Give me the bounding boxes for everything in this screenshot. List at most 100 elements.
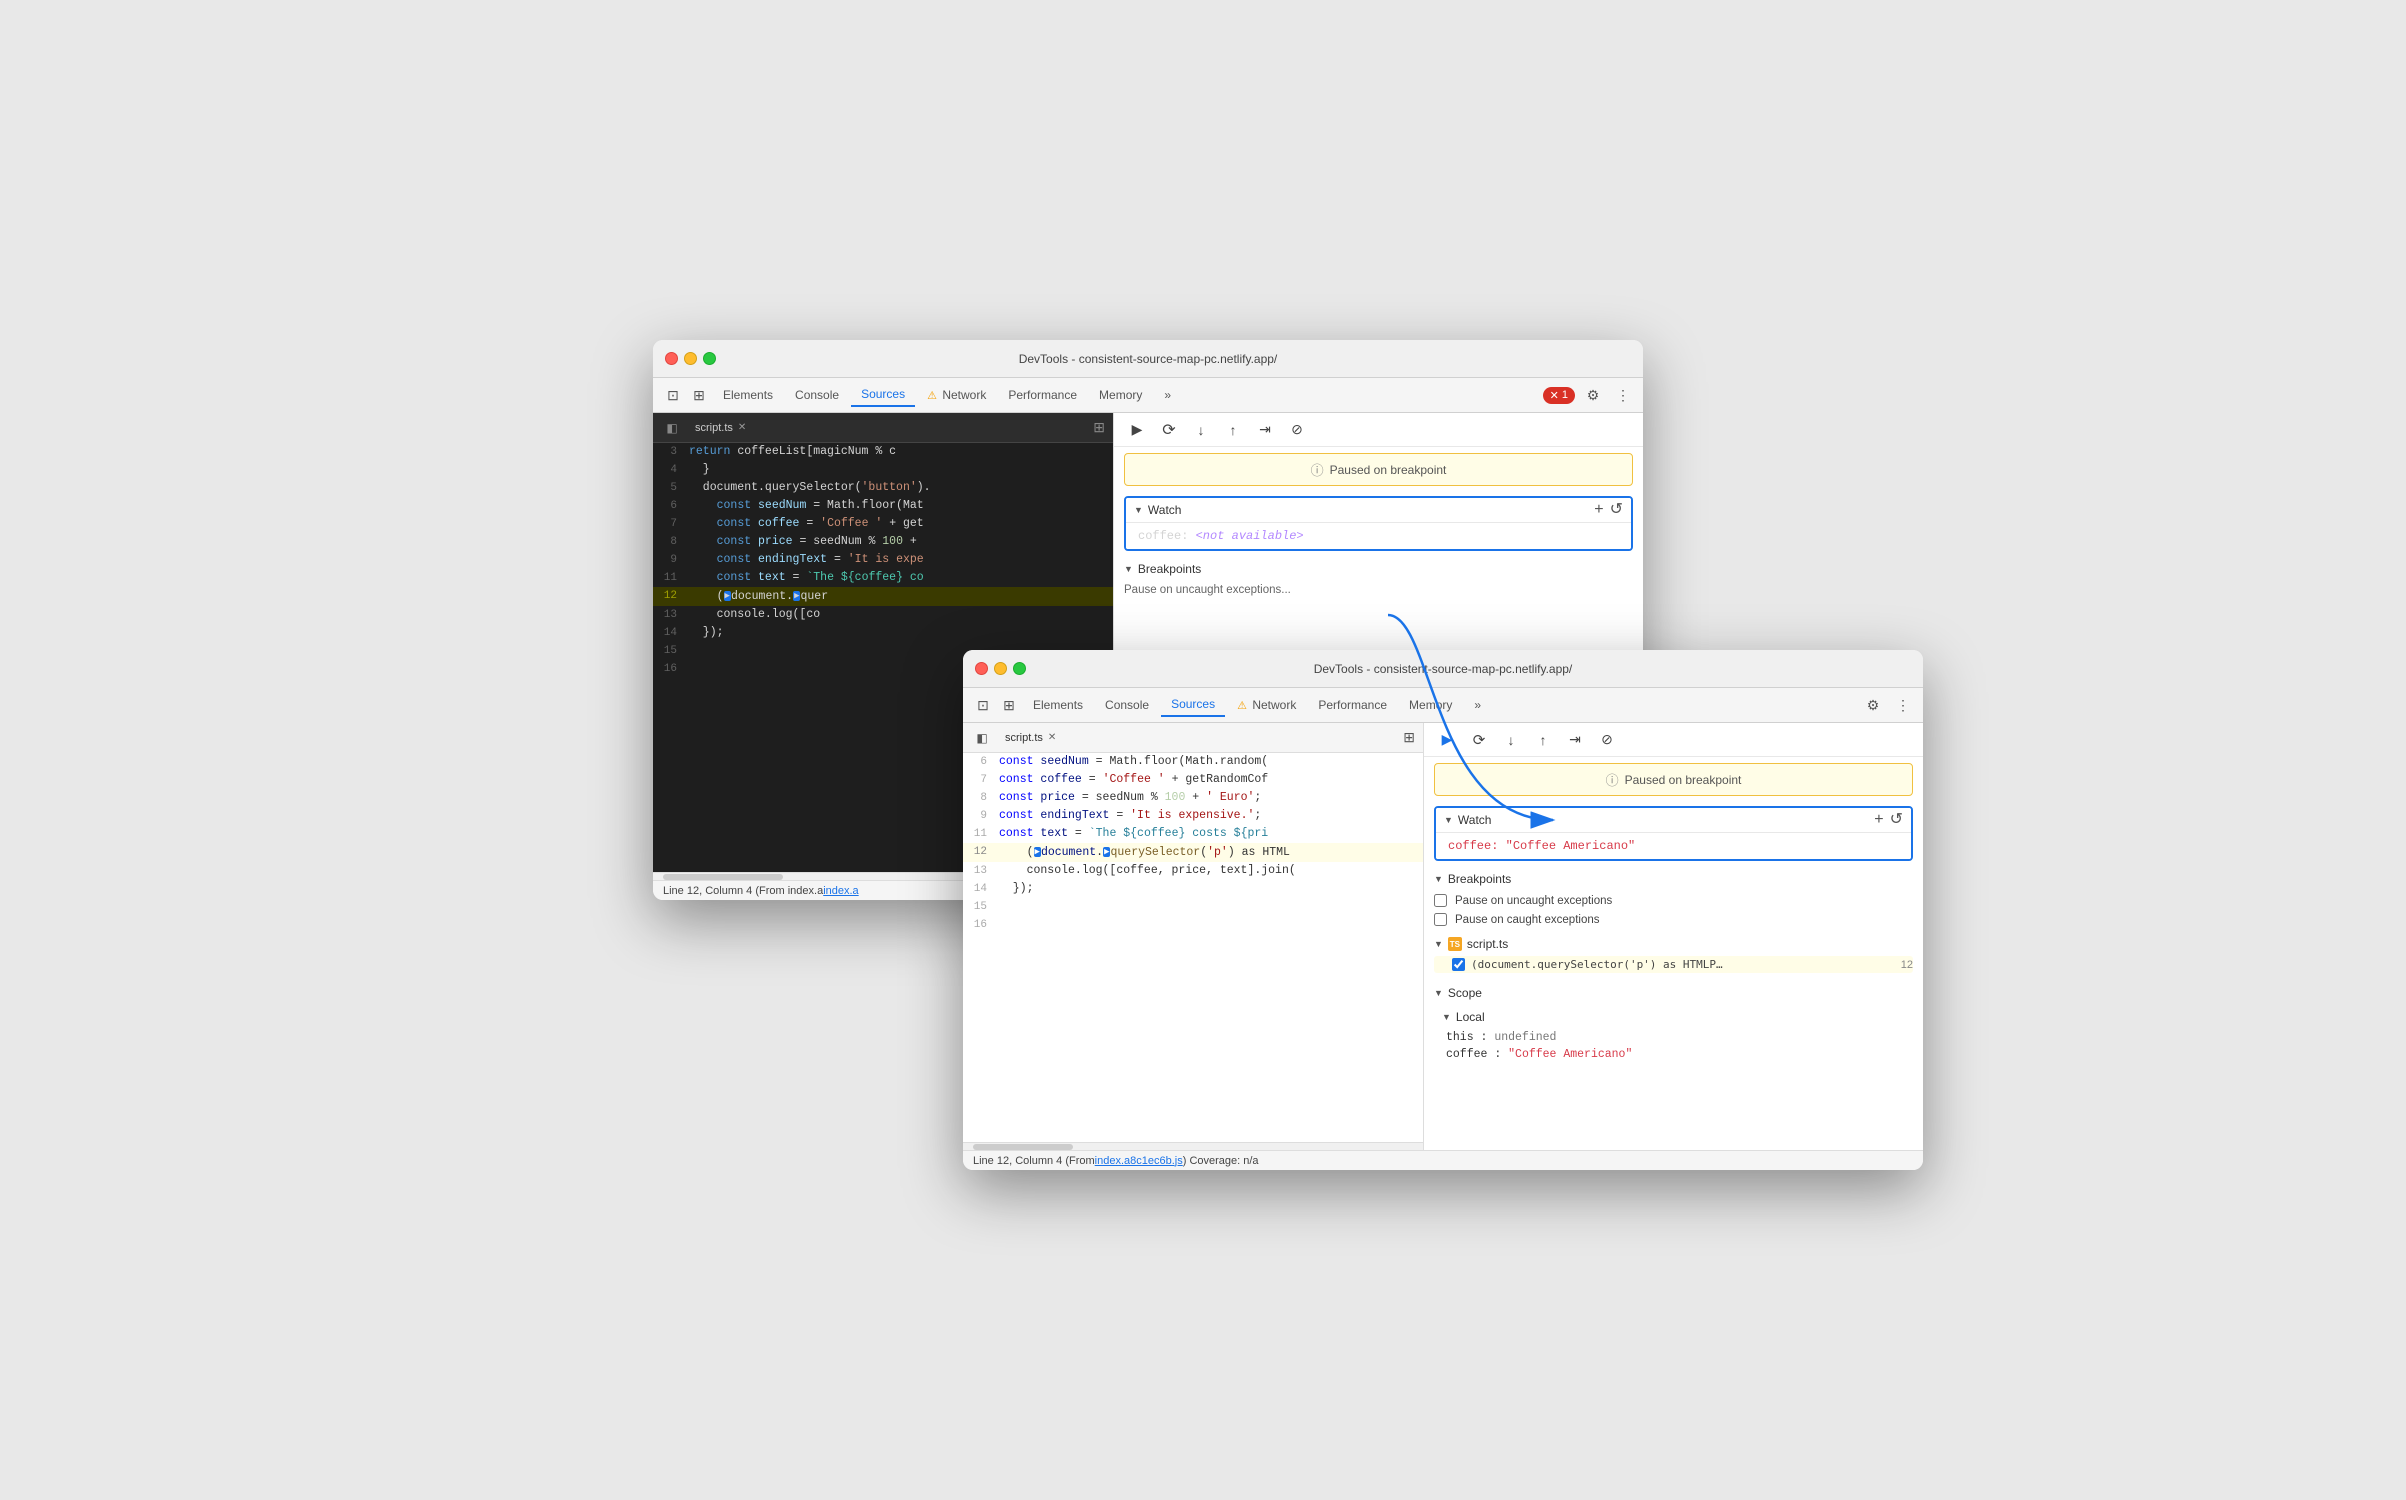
tab-console-back[interactable]: Console [785, 384, 849, 406]
bp-code-checkbox-front[interactable] [1452, 958, 1465, 971]
scope-title-front: Scope [1448, 986, 1482, 1000]
code-line-f14: 14 }); [963, 880, 1423, 898]
code-line-9: 9 const endingText = 'It is expe [653, 551, 1113, 569]
code-line-5: 5 document.querySelector('button'). [653, 479, 1113, 497]
devtools-device-icon-front[interactable]: ⊞ [997, 693, 1021, 717]
sidebar-toggle-front[interactable]: ◧ [971, 727, 993, 749]
bp-uncaught-front: Pause on uncaught exceptions [1434, 891, 1913, 910]
tab-more-back[interactable]: » [1154, 384, 1181, 406]
deactivate-btn-front[interactable]: ⊘ [1594, 727, 1620, 753]
scope-header-front[interactable]: ▼ Scope [1434, 981, 1913, 1005]
watch-value-front: "Coffee Americano" [1506, 839, 1636, 853]
watch-refresh-front[interactable]: ↺ [1890, 812, 1903, 828]
status-bar-front: Line 12, Column 4 (From index.a8c1ec6b.j… [963, 1150, 1923, 1170]
local-title-front: Local [1456, 1010, 1485, 1024]
script-filename-back: script.ts [695, 422, 733, 434]
step-out-btn-front[interactable]: ↑ [1530, 727, 1556, 753]
step-over-btn-front[interactable]: ⟳ [1466, 727, 1492, 753]
tab-network-front[interactable]: ⚠ Network [1227, 694, 1306, 716]
info-icon-front: ⓘ [1606, 770, 1619, 789]
code-line-7: 7 const coffee = 'Coffee ' + get [653, 515, 1113, 533]
paused-text-back: Paused on breakpoint [1330, 463, 1447, 477]
resume-btn-back[interactable]: ▶ [1124, 417, 1150, 443]
tab-memory-back[interactable]: Memory [1089, 384, 1152, 406]
watch-refresh-back[interactable]: ↺ [1610, 502, 1623, 518]
minimize-button-front[interactable] [994, 662, 1007, 675]
tab-performance-front[interactable]: Performance [1308, 694, 1397, 716]
window-controls-back [665, 352, 716, 365]
breakpoints-header-back[interactable]: ▼ Breakpoints [1124, 557, 1633, 581]
step-btn-front[interactable]: ⇥ [1562, 727, 1588, 753]
devtools-inspector-icon-front[interactable]: ⊡ [971, 693, 995, 717]
bp-uncaught-checkbox-front[interactable] [1434, 894, 1447, 907]
code-line-f15: 15 [963, 898, 1423, 916]
gear-icon-back[interactable]: ⚙ [1581, 383, 1605, 407]
maximize-button-back[interactable] [703, 352, 716, 365]
deactivate-btn-back[interactable]: ⊘ [1284, 417, 1310, 443]
sidebar-toggle-back[interactable]: ◧ [661, 417, 683, 439]
source-tab-close-front[interactable]: ✕ [1048, 732, 1056, 743]
code-line-f6: 6 const seedNum = Math.floor(Math.random… [963, 753, 1423, 771]
bp-caught-checkbox-front[interactable] [1434, 913, 1447, 926]
local-header-front[interactable]: ▼ Local [1434, 1005, 1913, 1029]
tab-sources-back[interactable]: Sources [851, 383, 915, 407]
source-tab-script-back[interactable]: script.ts ✕ [687, 419, 754, 437]
step-over-btn-back[interactable]: ⟳ [1156, 417, 1182, 443]
watch-add-front[interactable]: + [1874, 812, 1883, 828]
horizontal-scrollbar-front[interactable] [963, 1142, 1423, 1150]
window-title-back: DevTools - consistent-source-map-pc.netl… [1019, 352, 1278, 366]
source-tab-close-back[interactable]: ✕ [738, 422, 746, 433]
code-line-f7: 7 const coffee = 'Coffee ' + getRandomCo… [963, 771, 1423, 789]
status-link-front[interactable]: index.a8c1ec6b.js [1095, 1155, 1183, 1167]
tab-performance-back[interactable]: Performance [998, 384, 1087, 406]
step-into-btn-back[interactable]: ↓ [1188, 417, 1214, 443]
close-button-back[interactable] [665, 352, 678, 365]
breakpoints-section-back: ▼ Breakpoints Pause on uncaught exceptio… [1114, 557, 1643, 599]
bp-filename-front: script.ts [1467, 937, 1508, 951]
watch-header-back[interactable]: ▼ Watch + ↺ [1126, 498, 1631, 523]
code-line-3: 3 return coffeeList[magicNum % c [653, 443, 1113, 461]
tab-elements-front[interactable]: Elements [1023, 694, 1093, 716]
source-tab-expand-back[interactable]: ⊞ [1093, 419, 1105, 436]
dots-icon-front[interactable]: ⋮ [1891, 693, 1915, 717]
tab-elements-back[interactable]: Elements [713, 384, 783, 406]
watch-header-front[interactable]: ▼ Watch + ↺ [1436, 808, 1911, 833]
tab-more-front[interactable]: » [1464, 694, 1491, 716]
code-area-front: 6 const seedNum = Math.floor(Math.random… [963, 753, 1423, 1142]
bp-file-header-front[interactable]: ▼ TS script.ts [1434, 929, 1913, 956]
watch-add-back[interactable]: + [1594, 502, 1603, 518]
gear-icon-front[interactable]: ⚙ [1861, 693, 1885, 717]
resume-btn-front[interactable]: ▶ [1434, 727, 1460, 753]
tab-console-front[interactable]: Console [1095, 694, 1159, 716]
error-badge-back[interactable]: ✕ 1 [1543, 387, 1575, 404]
watch-actions-front: + ↺ [1874, 812, 1903, 828]
maximize-button-front[interactable] [1013, 662, 1026, 675]
code-line-11: 11 const text = `The ${coffee} co [653, 569, 1113, 587]
dots-icon-back[interactable]: ⋮ [1611, 383, 1635, 407]
step-btn-back[interactable]: ⇥ [1252, 417, 1278, 443]
source-tabs-back: ◧ script.ts ✕ ⊞ [653, 413, 1113, 443]
source-tab-expand-front[interactable]: ⊞ [1403, 729, 1415, 746]
info-icon-back: ⓘ [1311, 460, 1324, 479]
tab-sources-front[interactable]: Sources [1161, 693, 1225, 717]
status-link-back[interactable]: index.a [823, 885, 858, 897]
network-warning-icon-front: ⚠ [1237, 700, 1247, 712]
code-line-f11: 11 const text = `The ${coffee} costs ${p… [963, 825, 1423, 843]
devtools-device-icon-back[interactable]: ⊞ [687, 383, 711, 407]
code-line-8: 8 const price = seedNum % 100 + [653, 533, 1113, 551]
watch-key-front: coffee [1448, 839, 1491, 853]
breakpoints-section-front: ▼ Breakpoints Pause on uncaught exceptio… [1424, 867, 1923, 973]
scope-section-front: ▼ Scope ▼ Local this : undefined coffee [1424, 981, 1923, 1063]
source-tab-script-front[interactable]: script.ts ✕ [997, 729, 1064, 747]
tab-network-back[interactable]: ⚠ Network [917, 384, 996, 406]
status-text-front: Line 12, Column 4 (From [973, 1155, 1095, 1167]
devtools-inspector-icon-back[interactable]: ⊡ [661, 383, 685, 407]
step-into-btn-front[interactable]: ↓ [1498, 727, 1524, 753]
step-out-btn-back[interactable]: ↑ [1220, 417, 1246, 443]
code-line-f16: 16 [963, 916, 1423, 934]
tab-memory-front[interactable]: Memory [1399, 694, 1462, 716]
breakpoints-header-front[interactable]: ▼ Breakpoints [1434, 867, 1913, 891]
close-button-front[interactable] [975, 662, 988, 675]
minimize-button-back[interactable] [684, 352, 697, 365]
watch-title-back: ▼ Watch [1134, 503, 1181, 517]
